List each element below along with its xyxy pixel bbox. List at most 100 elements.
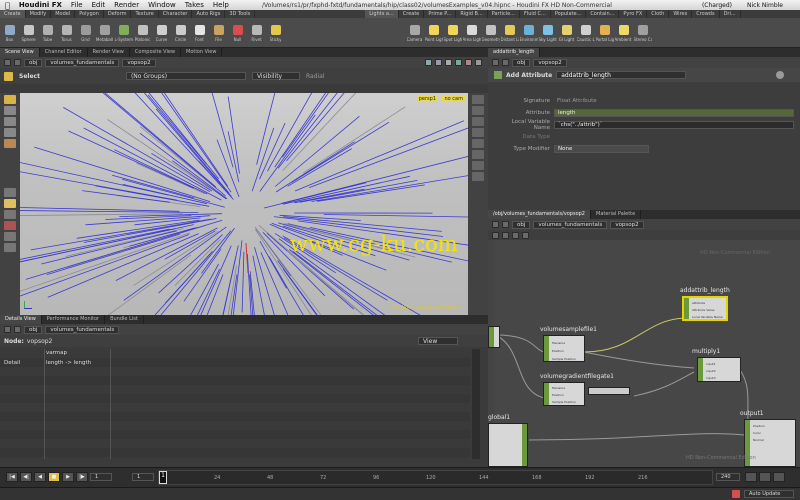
forward-icon[interactable] [14, 59, 21, 66]
type-modifier-dropdown[interactable]: None [554, 144, 649, 153]
node-volumesamplefile[interactable]: filename Position Sample Position [543, 335, 585, 362]
shelf-tab[interactable]: Lights a... [365, 10, 399, 18]
signature-value[interactable]: Float Attribute [554, 98, 597, 104]
visibility-dropdown[interactable]: Visibility [251, 72, 300, 80]
shelf-tab[interactable]: Crowds [692, 10, 720, 18]
path-node[interactable]: volumes_fundamentals [45, 58, 120, 67]
tab-addattrib[interactable]: addattrib_length [488, 48, 541, 57]
details-scrollbar[interactable] [472, 349, 480, 459]
key-icon[interactable] [745, 472, 757, 482]
points-icon[interactable] [472, 117, 484, 126]
shelf-tab[interactable]: Create [0, 10, 26, 18]
tab-composite-view[interactable]: Composite View [130, 48, 182, 57]
forward-icon[interactable] [502, 221, 509, 228]
radial-label[interactable]: Radial [306, 73, 325, 80]
stop-icon[interactable]: ■ [48, 472, 60, 482]
template-tool-icon[interactable] [4, 232, 16, 241]
shelf-tool-camera[interactable]: Camera [405, 18, 424, 48]
shelf-tab[interactable]: Dri... [720, 10, 741, 18]
next-frame-icon[interactable]: |▶ [76, 472, 88, 482]
shelf-tab[interactable]: Deform [104, 10, 132, 18]
tab-channel-editor[interactable]: Channel Editor [40, 48, 88, 57]
bbox-icon[interactable] [472, 161, 484, 170]
play-reverse-icon[interactable]: ◀ [34, 472, 46, 482]
viewport-3d[interactable]: persp1 no cam HD Non-Commercial Edition [20, 93, 468, 315]
tab-scene-view[interactable]: Scene View [0, 48, 40, 57]
shelf-tool-rivet[interactable]: Rivet [247, 18, 266, 48]
menu-help[interactable]: Help [213, 1, 229, 9]
shelf-tab[interactable]: Model [51, 10, 76, 18]
snap-tool-icon[interactable] [4, 210, 16, 219]
shelf-tab[interactable]: Populate... [551, 10, 587, 18]
start-frame-field[interactable]: 1 [90, 473, 112, 481]
tab-details-view[interactable]: Details View [0, 315, 42, 324]
shelf-tool-stereo-ca-[interactable]: Stereo Ca... [633, 18, 652, 48]
app-name[interactable]: Houdini FX [19, 1, 62, 9]
path-obj[interactable]: obj [24, 58, 43, 67]
shelf-tool-l-system[interactable]: L-System [114, 18, 133, 48]
tab-material-palette[interactable]: Material Palette [591, 210, 642, 219]
shelf-tool-curve[interactable]: Curve [152, 18, 171, 48]
shelf-tool-font[interactable]: Font [190, 18, 209, 48]
error-icon[interactable] [732, 490, 740, 498]
net-path-obj[interactable]: obj [512, 220, 531, 229]
shelf-tool-gi-light[interactable]: GI Light [557, 18, 576, 48]
shelf-tab[interactable]: Modify [26, 10, 52, 18]
details-path-node[interactable]: volumes_fundamentals [45, 325, 120, 334]
param-path-sub[interactable]: vopsop2 [533, 58, 567, 67]
current-frame-marker[interactable]: 1 [159, 471, 167, 484]
shelf-tool-environme-[interactable]: Environme... [519, 18, 538, 48]
normals-icon[interactable] [472, 128, 484, 137]
shelf-tab[interactable]: Auto Rigs [192, 10, 226, 18]
input-node[interactable] [488, 326, 500, 348]
shelf-tool-circle[interactable]: Circle [171, 18, 190, 48]
sticky-note-icon[interactable] [522, 231, 529, 239]
shelf-tool-sky-light[interactable]: Sky Light [538, 18, 557, 48]
rotate-tool-icon[interactable] [4, 117, 16, 126]
shelf-tab[interactable]: Particle... [488, 10, 520, 18]
node-global[interactable] [488, 423, 528, 467]
footprint-tool-icon[interactable] [4, 243, 16, 252]
lights-icon[interactable] [472, 172, 484, 181]
shelf-tool-distant-li-[interactable]: Distant Li... [500, 18, 519, 48]
view-tool-icon[interactable] [4, 199, 16, 208]
shelf-tool-caustic-li-[interactable]: Caustic Li... [576, 18, 595, 48]
group-dropdown[interactable]: (No Groups) [125, 72, 246, 80]
menu-edit[interactable]: Edit [92, 1, 106, 9]
grid-icon[interactable] [455, 59, 462, 66]
play-icon[interactable]: ▶ [62, 472, 74, 482]
back-icon[interactable] [492, 59, 499, 66]
persp-button[interactable]: persp1 [416, 96, 438, 102]
end-field[interactable]: 1 [132, 473, 154, 481]
move-tool-icon[interactable] [4, 106, 16, 115]
user-name[interactable]: Nick Nimble [747, 2, 783, 9]
tab-render-view[interactable]: Render View [88, 48, 130, 57]
forward-icon[interactable] [14, 326, 21, 333]
record-tool-icon[interactable] [4, 221, 16, 230]
shelf-tool-torus[interactable]: Torus [57, 18, 76, 48]
layout-icon[interactable] [492, 231, 499, 239]
node-volumegradient-inline[interactable] [588, 387, 630, 395]
shelf-tab[interactable]: Cloth [647, 10, 670, 18]
tree-icon[interactable] [512, 231, 519, 239]
menu-takes[interactable]: Takes [185, 1, 204, 9]
shelf-tab[interactable]: Pyro FX [619, 10, 648, 18]
shelf-tool-box[interactable]: Box [0, 18, 19, 48]
snap-icon[interactable] [475, 59, 482, 66]
menu-file[interactable]: File [71, 1, 83, 9]
tab-motion-view[interactable]: Motion View [181, 48, 223, 57]
forward-icon[interactable] [502, 59, 509, 66]
shelf-tool-tube[interactable]: Tube [38, 18, 57, 48]
shelf-tool-metaball[interactable]: Metaball [95, 18, 114, 48]
shelf-tab[interactable]: Contain... [586, 10, 620, 18]
menu-render[interactable]: Render [114, 1, 139, 9]
settings-icon[interactable] [759, 472, 771, 482]
shelf-tab[interactable]: Prime P... [424, 10, 457, 18]
back-icon[interactable] [4, 59, 11, 66]
shelf-tool-platonic[interactable]: Platonic [133, 18, 152, 48]
pose-tool-icon[interactable] [4, 188, 16, 197]
details-path-obj[interactable]: obj [24, 325, 43, 334]
shelf-tab[interactable]: 3D Tools [225, 10, 256, 18]
back-icon[interactable] [492, 221, 499, 228]
view-dropdown[interactable]: View [418, 337, 458, 345]
